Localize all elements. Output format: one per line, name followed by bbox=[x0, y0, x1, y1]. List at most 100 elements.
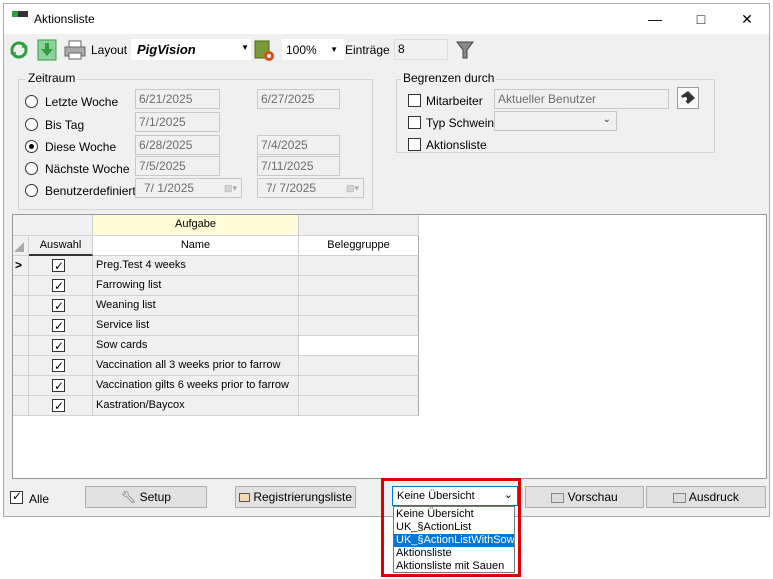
row-checkbox[interactable] bbox=[52, 337, 65, 355]
vorschau-button-label: Vorschau bbox=[567, 490, 618, 504]
task-name-cell[interactable]: Kastration/Baycox bbox=[93, 396, 299, 416]
layout-select-value: PigVision bbox=[137, 42, 196, 57]
auswahl-cell[interactable] bbox=[29, 396, 93, 416]
layout-settings-icon[interactable] bbox=[253, 38, 275, 62]
col-header-auswahl[interactable]: Auswahl bbox=[29, 236, 93, 256]
beleggruppe-cell[interactable] bbox=[299, 356, 419, 376]
row-indicator[interactable]: > bbox=[13, 256, 29, 276]
maximize-button[interactable]: □ bbox=[678, 4, 724, 34]
auswahl-cell[interactable] bbox=[29, 296, 93, 316]
beleggruppe-cell[interactable] bbox=[299, 396, 419, 416]
radio-bis-tag[interactable] bbox=[25, 118, 38, 131]
row-checkbox[interactable] bbox=[52, 377, 65, 395]
overview-option[interactable]: UK_§ActionList bbox=[394, 521, 514, 534]
layout-label: Layout bbox=[91, 43, 128, 57]
mitarbeiter-label: Mitarbeiter bbox=[426, 94, 483, 108]
grid-header-blank-2 bbox=[299, 215, 419, 236]
task-name-cell[interactable]: Preg.Test 4 weeks bbox=[93, 256, 299, 276]
vorschau-button[interactable]: Vorschau bbox=[525, 486, 644, 508]
app-icon bbox=[12, 11, 28, 17]
beleggruppe-cell[interactable] bbox=[299, 256, 419, 276]
naechste-woche-from: 7/5/2025 bbox=[135, 156, 220, 176]
letzte-woche-to: 6/27/2025 bbox=[257, 89, 340, 109]
overview-option[interactable]: Aktionsliste bbox=[394, 547, 514, 560]
beleggruppe-cell[interactable] bbox=[299, 316, 419, 336]
auswahl-cell[interactable] bbox=[29, 276, 93, 296]
radio-letzte-woche-label: Letzte Woche bbox=[45, 95, 119, 109]
alle-checkbox[interactable] bbox=[10, 489, 23, 504]
beleggruppe-cell[interactable] bbox=[299, 296, 419, 316]
row-checkbox[interactable] bbox=[52, 317, 65, 335]
layout-select[interactable]: PigVision ▼ bbox=[131, 39, 251, 60]
overview-select[interactable]: Keine Übersicht ⌄ bbox=[392, 486, 518, 506]
beleggruppe-cell[interactable] bbox=[299, 336, 419, 356]
overview-option[interactable]: UK_§ActionListWithSows bbox=[394, 534, 514, 547]
row-checkbox[interactable] bbox=[52, 257, 65, 275]
refresh-icon[interactable] bbox=[9, 40, 29, 60]
aktionsliste-checkbox[interactable] bbox=[408, 138, 421, 151]
overview-select-value: Keine Übersicht bbox=[397, 490, 475, 502]
auswahl-cell[interactable] bbox=[29, 256, 93, 276]
user-picker-icon[interactable] bbox=[677, 87, 699, 109]
wrench-icon: 🔧︎ bbox=[121, 490, 137, 504]
corner-triangle-icon bbox=[14, 242, 24, 252]
col-header-beleggruppe[interactable]: Beleggruppe bbox=[299, 236, 419, 256]
radio-naechste-woche[interactable] bbox=[25, 162, 38, 175]
beleggruppe-cell[interactable] bbox=[299, 276, 419, 296]
alle-label: Alle bbox=[29, 492, 50, 506]
row-indicator[interactable] bbox=[13, 356, 29, 376]
task-name-cell[interactable]: Farrowing list bbox=[93, 276, 299, 296]
row-indicator[interactable] bbox=[13, 376, 29, 396]
ausdruck-button-label: Ausdruck bbox=[688, 490, 739, 504]
registrierungsliste-button[interactable]: Registrierungsliste bbox=[235, 486, 356, 508]
chevron-down-icon: ⌄ bbox=[503, 489, 513, 501]
task-name-cell[interactable]: Vaccination gilts 6 weeks prior to farro… bbox=[93, 376, 299, 396]
mitarbeiter-checkbox[interactable] bbox=[408, 94, 421, 107]
overview-option[interactable]: Aktionsliste mit Sauen bbox=[394, 560, 514, 572]
printer-icon bbox=[673, 492, 687, 503]
diese-woche-from: 6/28/2025 bbox=[135, 135, 220, 155]
row-checkbox[interactable] bbox=[52, 397, 65, 415]
window-title: Aktionsliste bbox=[34, 12, 95, 26]
filter-icon[interactable] bbox=[455, 40, 475, 60]
benutzerdefiniert-to[interactable]: 7/ 7/2025 ▧▾ bbox=[257, 178, 364, 198]
typ-schwein-select[interactable]: ⌄ bbox=[494, 111, 617, 131]
radio-diese-woche[interactable] bbox=[25, 140, 38, 153]
task-name-cell[interactable]: Sow cards bbox=[93, 336, 299, 356]
zoom-select[interactable]: 100% ▼ bbox=[282, 39, 344, 60]
overview-option[interactable]: Keine Übersicht bbox=[394, 508, 514, 521]
radio-benutzerdefiniert[interactable] bbox=[25, 184, 38, 197]
calendar-icon: ▧▾ bbox=[345, 183, 359, 193]
task-name-cell[interactable]: Service list bbox=[93, 316, 299, 336]
registrierungsliste-button-label: Registrierungsliste bbox=[253, 490, 353, 504]
task-name-cell[interactable]: Vaccination all 3 weeks prior to farrow bbox=[93, 356, 299, 376]
row-indicator[interactable] bbox=[13, 276, 29, 296]
row-checkbox[interactable] bbox=[52, 277, 65, 295]
row-indicator[interactable] bbox=[13, 316, 29, 336]
ausdruck-button[interactable]: Ausdruck bbox=[646, 486, 766, 508]
setup-button[interactable]: 🔧︎ Setup bbox=[85, 486, 207, 508]
overview-dropdown-list: Keine Übersicht UK_§ActionList UK_§ActionL… bbox=[393, 506, 515, 573]
close-button[interactable]: ✕ bbox=[724, 4, 770, 34]
task-name-cell[interactable]: Weaning list bbox=[93, 296, 299, 316]
radio-letzte-woche[interactable] bbox=[25, 95, 38, 108]
benutzerdefiniert-from[interactable]: 7/ 1/2025 ▧▾ bbox=[135, 178, 242, 198]
export-icon[interactable] bbox=[37, 39, 57, 61]
row-checkbox[interactable] bbox=[52, 297, 65, 315]
beleggruppe-cell[interactable] bbox=[299, 376, 419, 396]
row-indicator[interactable] bbox=[13, 296, 29, 316]
row-checkbox[interactable] bbox=[52, 357, 65, 375]
auswahl-cell[interactable] bbox=[29, 376, 93, 396]
auswahl-cell[interactable] bbox=[29, 316, 93, 336]
row-indicator[interactable] bbox=[13, 396, 29, 416]
zoom-select-value: 100% bbox=[286, 43, 317, 57]
row-indicator[interactable] bbox=[13, 336, 29, 356]
typ-schwein-checkbox[interactable] bbox=[408, 116, 421, 129]
grid-header-blank bbox=[13, 215, 93, 236]
entries-label: Einträge bbox=[345, 43, 390, 57]
printer-icon[interactable] bbox=[64, 40, 86, 60]
auswahl-cell[interactable] bbox=[29, 336, 93, 356]
col-header-name[interactable]: Name bbox=[93, 236, 299, 256]
auswahl-cell[interactable] bbox=[29, 356, 93, 376]
minimize-button[interactable]: — bbox=[632, 4, 678, 34]
